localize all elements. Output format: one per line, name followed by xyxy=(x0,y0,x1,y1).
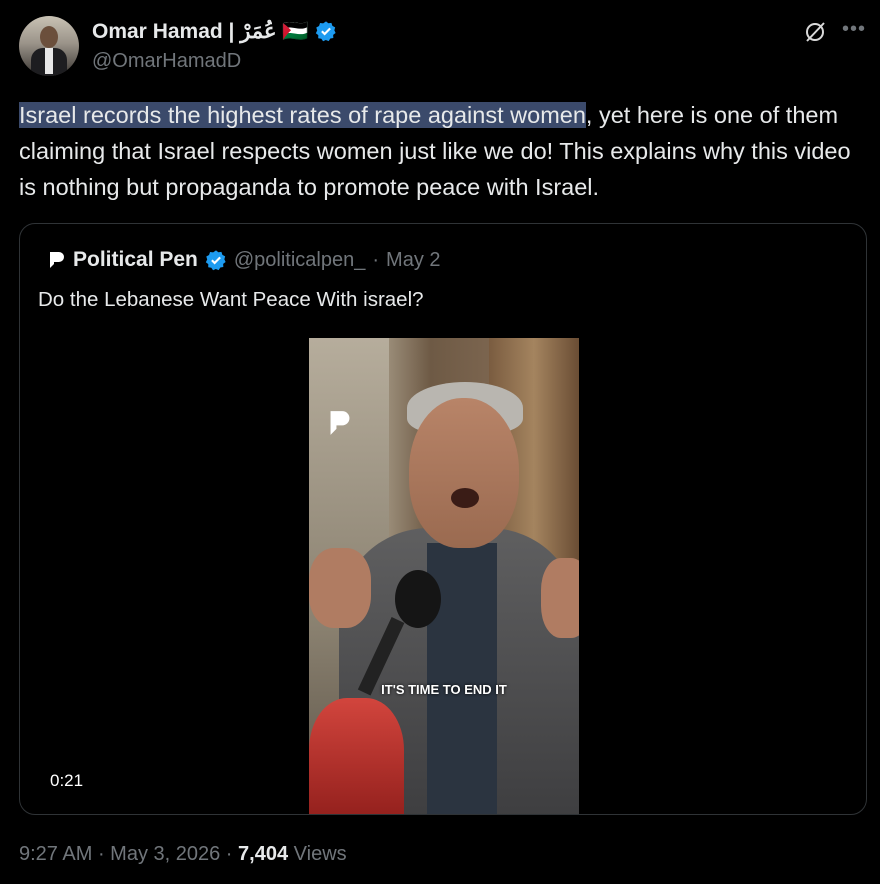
quote-video[interactable]: IT'S TIME TO END IT xyxy=(309,338,579,814)
quote-date-separator: · xyxy=(372,248,380,271)
quote-header: Political Pen @politicalpen_ · May 2 xyxy=(48,246,441,274)
tweet-text: Israel records the highest rates of rape… xyxy=(19,97,869,205)
video-microphone xyxy=(395,570,441,628)
tweet-meta: 9:27 AM · May 3, 2026 · 7,404 Views xyxy=(19,843,347,866)
author-name-row: Omar Hamad | عُمَرْ 🇵🇸 xyxy=(92,17,337,45)
avatar-collar xyxy=(45,48,53,74)
more-options-icon[interactable]: ••• xyxy=(842,18,866,41)
video-watermark-logo-icon xyxy=(330,411,350,435)
author-handle[interactable]: @OmarHamadD xyxy=(92,50,241,73)
video-face xyxy=(409,398,519,548)
quote-date[interactable]: May 2 xyxy=(386,249,440,272)
meta-separator: · xyxy=(92,843,111,865)
grok-icon[interactable] xyxy=(803,20,827,44)
tweet-time[interactable]: 9:27 AM xyxy=(19,843,92,866)
quoted-tweet[interactable]: Political Pen @politicalpen_ · May 2 Do … xyxy=(19,223,867,815)
author-display-name[interactable]: Omar Hamad | عُمَرْ 🇵🇸 xyxy=(92,19,309,44)
tweet-text-highlighted: Israel records the highest rates of rape… xyxy=(19,102,586,128)
political-pen-logo-icon xyxy=(50,252,64,268)
author-avatar[interactable] xyxy=(19,16,79,76)
video-red-sleeve xyxy=(309,698,404,814)
views-count[interactable]: 7,404 xyxy=(238,843,288,866)
quote-author-handle[interactable]: @politicalpen_ xyxy=(234,249,366,272)
verified-badge-icon xyxy=(315,21,336,42)
meta-separator: · xyxy=(220,843,239,865)
avatar-head xyxy=(40,26,58,48)
tweet-date[interactable]: May 3, 2026 xyxy=(110,843,220,866)
quote-text: Do the Lebanese Want Peace With israel? xyxy=(38,288,424,311)
video-mouth xyxy=(451,488,479,508)
video-left-hand xyxy=(309,548,371,628)
video-duration: 0:21 xyxy=(50,771,84,790)
views-label: Views xyxy=(288,843,347,865)
quote-verified-badge-icon xyxy=(205,250,226,271)
video-caption: IT'S TIME TO END IT xyxy=(381,682,507,697)
video-right-hand xyxy=(541,558,579,638)
quote-author-name[interactable]: Political Pen xyxy=(73,248,198,272)
